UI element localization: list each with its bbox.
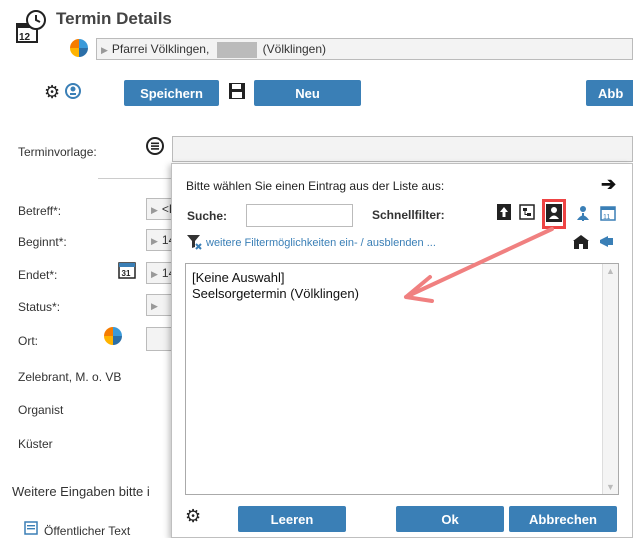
svg-text:11: 11 [603, 214, 610, 221]
further-input-text: Weitere Eingaben bitte i [12, 484, 150, 499]
ort-field[interactable] [146, 327, 172, 351]
filter-person-icon[interactable] [546, 204, 562, 222]
cancel-button[interactable]: Abbrechen [509, 506, 617, 532]
help-user-icon[interactable] [64, 82, 82, 100]
endet-field[interactable]: ▶14 [146, 262, 172, 284]
app-logo-icon: 12 [16, 10, 46, 43]
beginnt-label: Beginnt*: [18, 235, 67, 249]
parish-field[interactable]: ▶ Pfarrei Völklingen, (Völklingen) [96, 38, 633, 60]
filter-tree-icon[interactable] [519, 204, 535, 220]
calendar-icon[interactable]: 31 [118, 261, 136, 279]
scrollbar[interactable]: ▲ ▼ [602, 264, 618, 494]
quickfilter-label: Schnellfilter: [372, 208, 445, 222]
filter-up-icon[interactable] [497, 204, 511, 220]
expand-triangle-icon: ▶ [151, 205, 158, 215]
filter-group-icon[interactable] [575, 204, 591, 222]
betreff-label: Betreff*: [18, 204, 62, 218]
status-label: Status*: [18, 300, 61, 314]
beginnt-field[interactable]: ▶14 [146, 229, 172, 251]
expand-triangle-icon: ▶ [151, 236, 158, 246]
save-button[interactable]: Speichern [124, 80, 219, 106]
status-circle-icon [70, 39, 88, 57]
public-text-icon [24, 521, 38, 535]
location-circle-icon[interactable] [104, 327, 122, 345]
scroll-up-arrow-icon[interactable]: ▲ [603, 266, 618, 276]
arrow-right-icon[interactable]: ➔ [601, 174, 616, 195]
terminvorlage-field[interactable] [172, 136, 633, 162]
parish-suffix: (Völklingen) [262, 42, 327, 57]
floppy-save-icon[interactable] [228, 82, 246, 100]
kuester-label: Küster [18, 437, 53, 451]
list-select-icon[interactable] [146, 137, 164, 155]
new-button[interactable]: Neu [254, 80, 361, 106]
expand-triangle-icon: ▶ [151, 301, 158, 311]
endet-label: Endet*: [18, 268, 58, 282]
betreff-field[interactable]: ▶<E [146, 198, 172, 220]
search-label: Suche: [187, 209, 228, 223]
gear-icon[interactable]: ⚙ [44, 82, 60, 103]
terminvorlage-label: Terminvorlage: [18, 145, 97, 159]
public-text-label: Öffentlicher Text [44, 524, 131, 538]
megaphone-icon[interactable] [598, 234, 616, 250]
filter-remove-icon[interactable] [186, 234, 202, 250]
ok-button[interactable]: Ok [396, 506, 504, 532]
svg-text:12: 12 [19, 32, 31, 43]
expand-triangle-icon: ▶ [151, 269, 158, 279]
cancel-top-button[interactable]: Abb [586, 80, 633, 106]
dialog-gear-icon[interactable]: ⚙ [185, 506, 201, 527]
redacted-box [216, 42, 257, 58]
dialog-prompt: Bitte wählen Sie einen Eintrag aus der L… [186, 179, 445, 193]
page-title: Termin Details [56, 9, 172, 28]
church-icon[interactable] [572, 234, 590, 250]
expand-triangle-icon: ▶ [101, 45, 108, 56]
annotation-arrow [404, 227, 554, 303]
status-field[interactable]: ▶ [146, 294, 172, 316]
search-input[interactable] [246, 204, 353, 227]
zelebrant-label: Zelebrant, M. o. VB [18, 370, 122, 384]
ort-label: Ort: [18, 334, 38, 348]
svg-text:31: 31 [122, 269, 131, 278]
divider [98, 178, 171, 179]
parish-prefix: Pfarrei Völklingen, [111, 42, 210, 57]
clear-button[interactable]: Leeren [238, 506, 346, 532]
organist-label: Organist [18, 403, 64, 417]
scroll-down-arrow-icon[interactable]: ▼ [603, 482, 618, 492]
filter-calendar-icon[interactable]: 11 [600, 204, 616, 222]
